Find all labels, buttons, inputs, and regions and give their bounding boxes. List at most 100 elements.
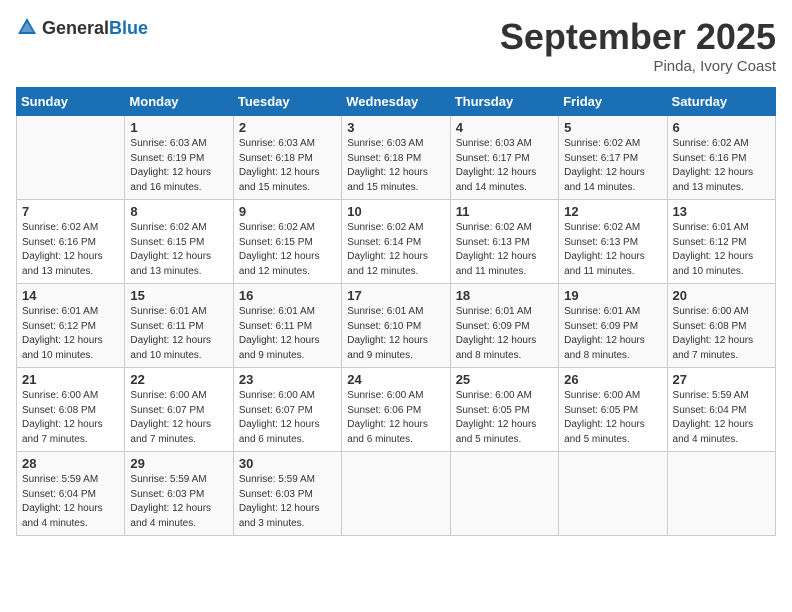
calendar-cell bbox=[342, 452, 450, 536]
day-info: Sunrise: 6:01 AMSunset: 6:09 PMDaylight:… bbox=[456, 305, 553, 363]
calendar-cell: 12Sunrise: 6:02 AMSunset: 6:13 PMDayligh… bbox=[559, 200, 667, 284]
calendar-cell: 10Sunrise: 6:02 AMSunset: 6:14 PMDayligh… bbox=[342, 200, 450, 284]
day-info: Sunrise: 6:01 AMSunset: 6:12 PMDaylight:… bbox=[22, 305, 119, 363]
day-number: 29 bbox=[130, 456, 227, 471]
calendar-week-row: 21 Sunrise: 6:00 AMSunset: 6:08 PMDayligh… bbox=[17, 368, 776, 452]
day-number: 11 bbox=[456, 204, 553, 219]
page-header: GeneralBlue September 2025 Pinda, Ivory … bbox=[16, 16, 776, 75]
day-number: 27 bbox=[673, 372, 770, 387]
calendar-cell: 11 Sunrise: 6:02 AMSunset: 6:13 PMDayligh… bbox=[450, 200, 558, 284]
day-info: Sunrise: 6:01 AMSunset: 6:10 PMDaylight:… bbox=[347, 305, 444, 363]
calendar-cell: 29 Sunrise: 5:59 AMSunset: 6:03 PMDayligh… bbox=[125, 452, 233, 536]
day-number: 22 bbox=[130, 372, 227, 387]
calendar-cell: 22 Sunrise: 6:00 AMSunset: 6:07 PMDayligh… bbox=[125, 368, 233, 452]
day-number: 10 bbox=[347, 204, 444, 219]
calendar-cell: 30Sunrise: 5:59 AMSunset: 6:03 PMDayligh… bbox=[233, 452, 341, 536]
calendar-cell: 18 Sunrise: 6:01 AMSunset: 6:09 PMDayligh… bbox=[450, 284, 558, 368]
calendar-cell: 8 Sunrise: 6:02 AMSunset: 6:15 PMDaylight… bbox=[125, 200, 233, 284]
weekday-header: Sunday bbox=[17, 88, 125, 116]
calendar-cell: 7Sunrise: 6:02 AMSunset: 6:16 PMDaylight… bbox=[17, 200, 125, 284]
calendar-cell: 28 Sunrise: 5:59 AMSunset: 6:04 PMDayligh… bbox=[17, 452, 125, 536]
day-number: 14 bbox=[22, 288, 119, 303]
calendar-cell: 15 Sunrise: 6:01 AMSunset: 6:11 PMDayligh… bbox=[125, 284, 233, 368]
calendar-cell: 21 Sunrise: 6:00 AMSunset: 6:08 PMDayligh… bbox=[17, 368, 125, 452]
calendar-week-row: 28 Sunrise: 5:59 AMSunset: 6:04 PMDayligh… bbox=[17, 452, 776, 536]
weekday-header: Tuesday bbox=[233, 88, 341, 116]
day-number: 21 bbox=[22, 372, 119, 387]
day-number: 2 bbox=[239, 120, 336, 135]
calendar-cell bbox=[450, 452, 558, 536]
day-info: Sunrise: 6:00 AMSunset: 6:05 PMDaylight:… bbox=[456, 389, 553, 447]
calendar-cell bbox=[559, 452, 667, 536]
calendar-cell: 2Sunrise: 6:03 AMSunset: 6:18 PMDaylight… bbox=[233, 116, 341, 200]
calendar-header-row: SundayMondayTuesdayWednesdayThursdayFrid… bbox=[17, 88, 776, 116]
day-number: 20 bbox=[673, 288, 770, 303]
day-info: Sunrise: 6:00 AMSunset: 6:08 PMDaylight:… bbox=[673, 305, 770, 363]
calendar-cell: 6Sunrise: 6:02 AMSunset: 6:16 PMDaylight… bbox=[667, 116, 775, 200]
day-info: Sunrise: 6:00 AMSunset: 6:08 PMDaylight:… bbox=[22, 389, 119, 447]
calendar-cell: 14 Sunrise: 6:01 AMSunset: 6:12 PMDayligh… bbox=[17, 284, 125, 368]
day-info: Sunrise: 6:02 AMSunset: 6:16 PMDaylight:… bbox=[673, 137, 770, 195]
calendar-table: SundayMondayTuesdayWednesdayThursdayFrid… bbox=[16, 87, 776, 536]
day-info: Sunrise: 6:02 AMSunset: 6:15 PMDaylight:… bbox=[130, 221, 227, 279]
day-number: 3 bbox=[347, 120, 444, 135]
day-info: Sunrise: 6:00 AMSunset: 6:07 PMDaylight:… bbox=[239, 389, 336, 447]
day-info: Sunrise: 6:02 AMSunset: 6:17 PMDaylight:… bbox=[564, 137, 661, 195]
calendar-cell: 19 Sunrise: 6:01 AMSunset: 6:09 PMDayligh… bbox=[559, 284, 667, 368]
calendar-cell bbox=[17, 116, 125, 200]
calendar-cell: 4 Sunrise: 6:03 AMSunset: 6:17 PMDaylight… bbox=[450, 116, 558, 200]
day-number: 7 bbox=[22, 204, 119, 219]
calendar-cell: 5 Sunrise: 6:02 AMSunset: 6:17 PMDaylight… bbox=[559, 116, 667, 200]
location-text: Pinda, Ivory Coast bbox=[500, 58, 776, 75]
day-info: Sunrise: 6:01 AMSunset: 6:12 PMDaylight:… bbox=[673, 221, 770, 279]
day-number: 16 bbox=[239, 288, 336, 303]
calendar-week-row: 1 Sunrise: 6:03 AMSunset: 6:19 PMDaylight… bbox=[17, 116, 776, 200]
day-number: 1 bbox=[130, 120, 227, 135]
calendar-week-row: 14 Sunrise: 6:01 AMSunset: 6:12 PMDayligh… bbox=[17, 284, 776, 368]
weekday-header: Wednesday bbox=[342, 88, 450, 116]
day-number: 13 bbox=[673, 204, 770, 219]
day-info: Sunrise: 6:01 AMSunset: 6:09 PMDaylight:… bbox=[564, 305, 661, 363]
day-number: 15 bbox=[130, 288, 227, 303]
weekday-header: Friday bbox=[559, 88, 667, 116]
day-info: Sunrise: 6:00 AMSunset: 6:06 PMDaylight:… bbox=[347, 389, 444, 447]
logo-blue-text: Blue bbox=[109, 18, 148, 38]
day-info: Sunrise: 6:03 AMSunset: 6:19 PMDaylight:… bbox=[130, 137, 227, 195]
weekday-header: Monday bbox=[125, 88, 233, 116]
day-number: 30 bbox=[239, 456, 336, 471]
day-info: Sunrise: 6:02 AMSunset: 6:13 PMDaylight:… bbox=[456, 221, 553, 279]
calendar-cell: 1 Sunrise: 6:03 AMSunset: 6:19 PMDaylight… bbox=[125, 116, 233, 200]
logo-icon bbox=[16, 16, 38, 38]
day-info: Sunrise: 6:00 AMSunset: 6:05 PMDaylight:… bbox=[564, 389, 661, 447]
day-number: 19 bbox=[564, 288, 661, 303]
day-info: Sunrise: 6:02 AMSunset: 6:15 PMDaylight:… bbox=[239, 221, 336, 279]
weekday-header: Thursday bbox=[450, 88, 558, 116]
logo-general-text: General bbox=[42, 18, 109, 38]
day-number: 28 bbox=[22, 456, 119, 471]
day-number: 17 bbox=[347, 288, 444, 303]
title-block: September 2025 Pinda, Ivory Coast bbox=[500, 16, 776, 75]
day-number: 25 bbox=[456, 372, 553, 387]
day-number: 8 bbox=[130, 204, 227, 219]
day-number: 26 bbox=[564, 372, 661, 387]
calendar-cell: 9Sunrise: 6:02 AMSunset: 6:15 PMDaylight… bbox=[233, 200, 341, 284]
day-info: Sunrise: 6:03 AMSunset: 6:18 PMDaylight:… bbox=[347, 137, 444, 195]
day-number: 18 bbox=[456, 288, 553, 303]
day-info: Sunrise: 5:59 AMSunset: 6:03 PMDaylight:… bbox=[130, 473, 227, 531]
calendar-cell: 23 Sunrise: 6:00 AMSunset: 6:07 PMDayligh… bbox=[233, 368, 341, 452]
day-info: Sunrise: 6:01 AMSunset: 6:11 PMDaylight:… bbox=[130, 305, 227, 363]
day-info: Sunrise: 6:00 AMSunset: 6:07 PMDaylight:… bbox=[130, 389, 227, 447]
day-info: Sunrise: 6:01 AMSunset: 6:11 PMDaylight:… bbox=[239, 305, 336, 363]
day-info: Sunrise: 5:59 AMSunset: 6:04 PMDaylight:… bbox=[22, 473, 119, 531]
day-number: 23 bbox=[239, 372, 336, 387]
day-number: 5 bbox=[564, 120, 661, 135]
day-info: Sunrise: 6:03 AMSunset: 6:17 PMDaylight:… bbox=[456, 137, 553, 195]
calendar-cell: 13 Sunrise: 6:01 AMSunset: 6:12 PMDayligh… bbox=[667, 200, 775, 284]
day-info: Sunrise: 5:59 AMSunset: 6:04 PMDaylight:… bbox=[673, 389, 770, 447]
logo: GeneralBlue bbox=[16, 16, 148, 40]
calendar-cell: 27 Sunrise: 5:59 AMSunset: 6:04 PMDayligh… bbox=[667, 368, 775, 452]
calendar-cell: 17 Sunrise: 6:01 AMSunset: 6:10 PMDayligh… bbox=[342, 284, 450, 368]
calendar-cell: 24Sunrise: 6:00 AMSunset: 6:06 PMDayligh… bbox=[342, 368, 450, 452]
day-number: 4 bbox=[456, 120, 553, 135]
calendar-cell: 25 Sunrise: 6:00 AMSunset: 6:05 PMDayligh… bbox=[450, 368, 558, 452]
